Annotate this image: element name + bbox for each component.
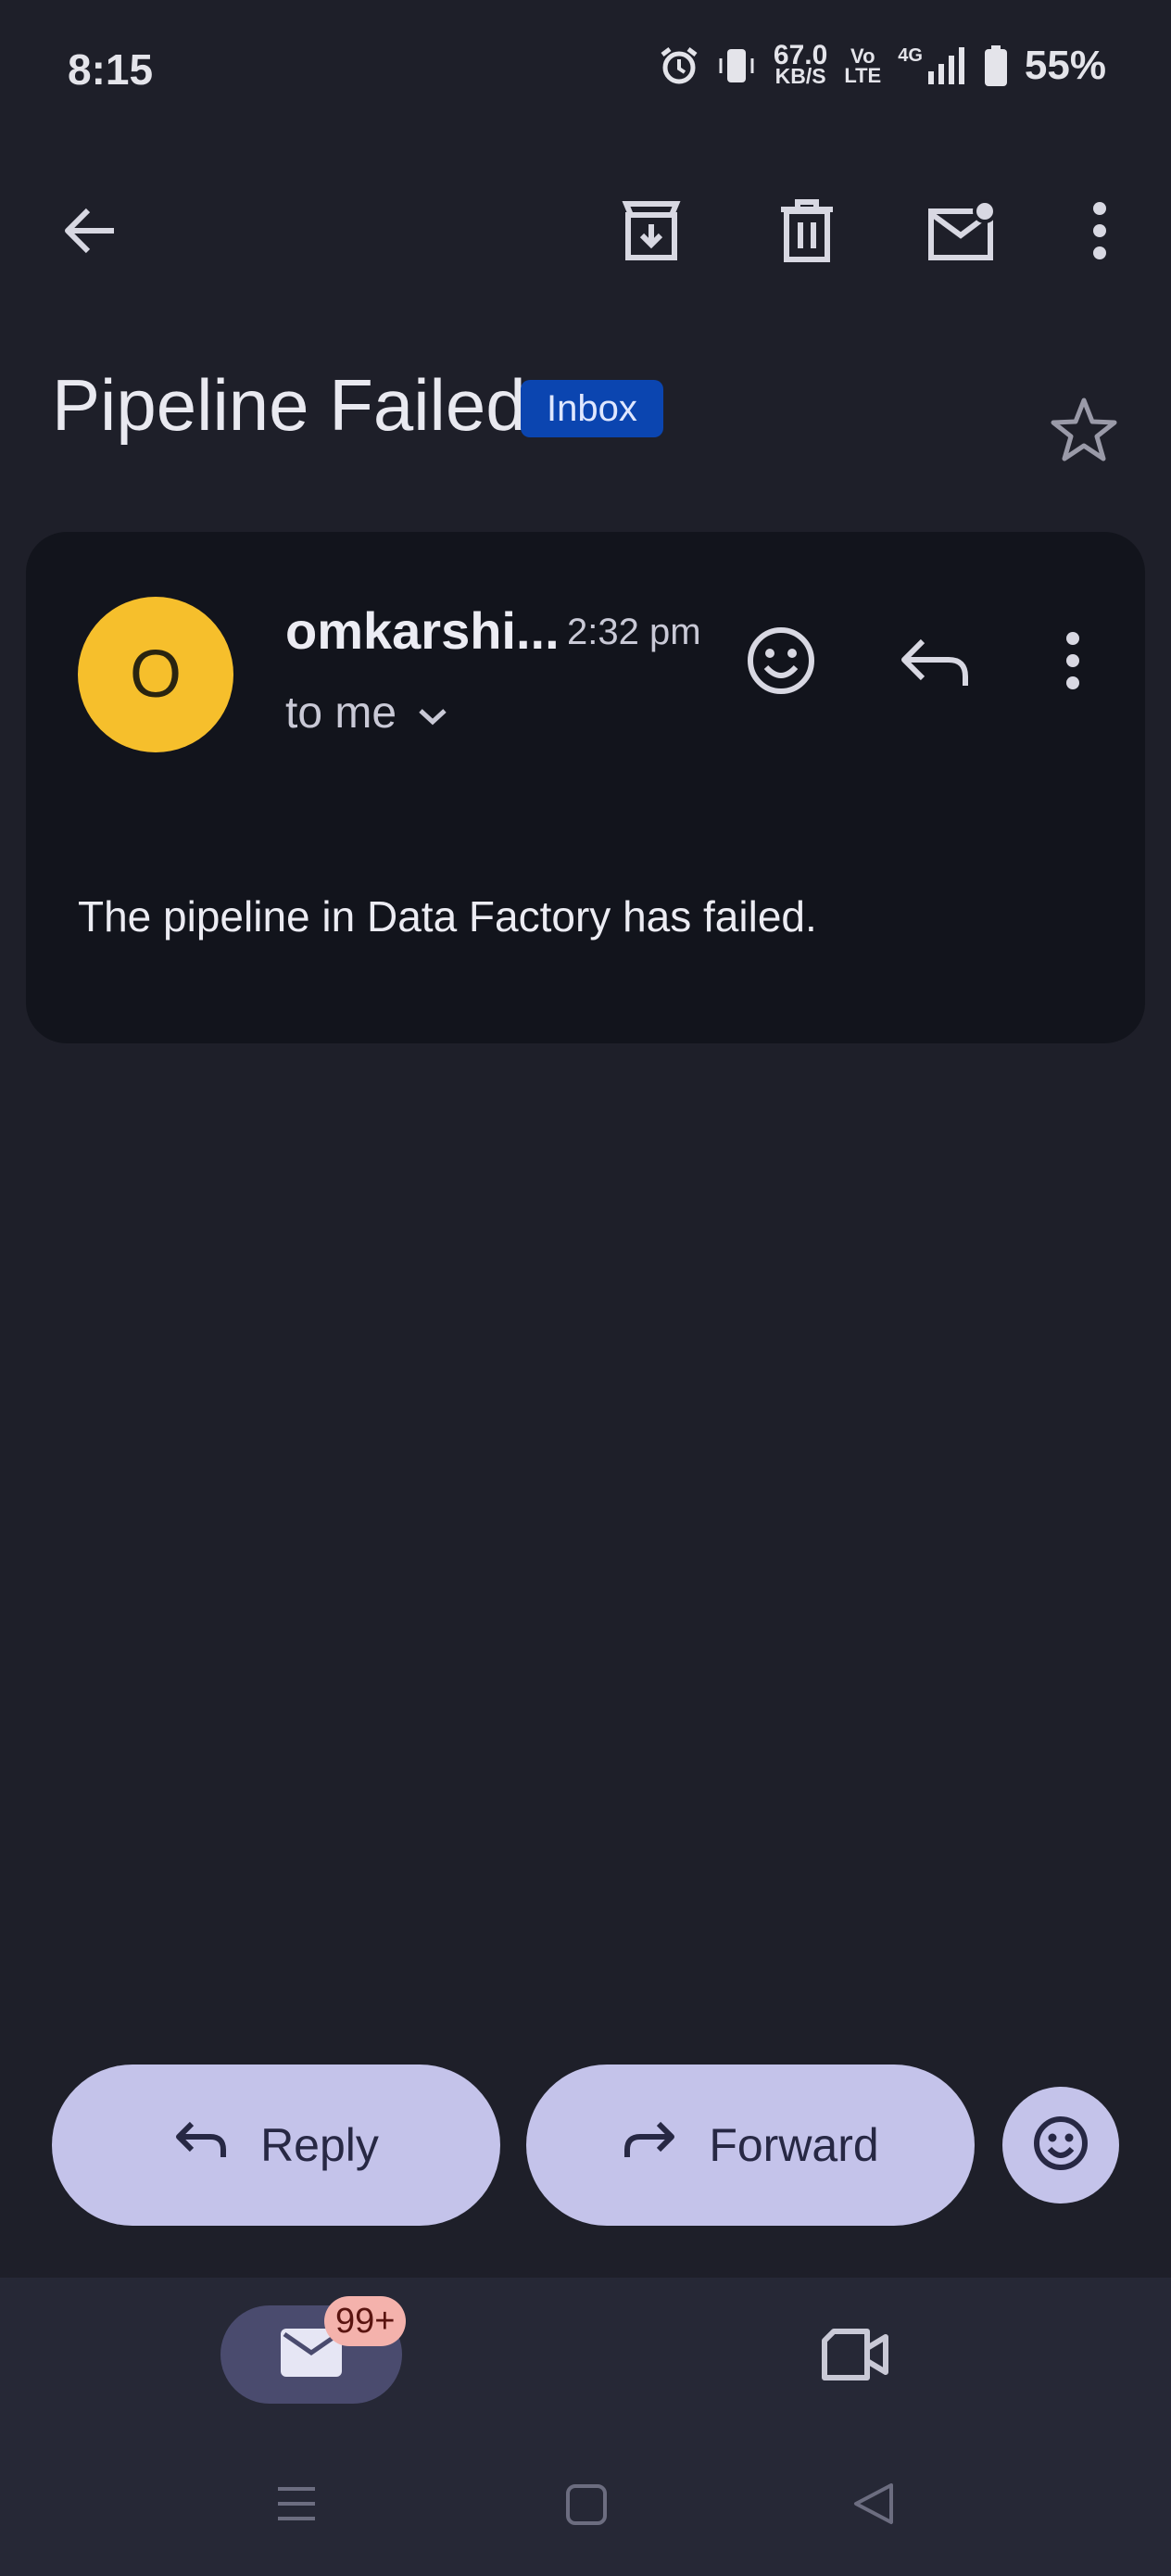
- arrow-left-icon: [60, 201, 120, 265]
- add-reaction-button[interactable]: [739, 619, 823, 707]
- recent-apps-button[interactable]: [274, 2481, 319, 2531]
- emoji-icon: [1028, 2111, 1093, 2180]
- network-speed: 67.0 KB/S: [773, 40, 828, 88]
- recipient-toggle[interactable]: to me: [285, 688, 448, 739]
- message-time: 2:32 pm: [567, 612, 701, 652]
- chevron-down-icon: [417, 688, 448, 739]
- message-more-button[interactable]: [1054, 630, 1091, 696]
- recipient-label: to me: [285, 688, 397, 738]
- status-bar: 8:15 67.0 KB/S Vo LTE 4G 55%: [0, 0, 1171, 139]
- reply-button[interactable]: Reply: [52, 2065, 500, 2226]
- forward-label: Forward: [709, 2119, 879, 2171]
- message-body: The pipeline in Data Factory has failed.: [78, 892, 817, 941]
- more-vert-icon: [1054, 632, 1091, 695]
- battery-icon: [984, 45, 1008, 86]
- sender-avatar[interactable]: O: [78, 597, 233, 752]
- system-back-button[interactable]: [852, 2481, 895, 2531]
- inbox-label-chip[interactable]: Inbox: [521, 380, 663, 437]
- email-subject: Pipeline Failed: [52, 364, 526, 446]
- volte-bottom: LTE: [844, 64, 882, 87]
- vibrate-icon: [716, 45, 757, 86]
- bottom-navigation: [0, 2278, 1171, 2576]
- delete-button[interactable]: [756, 182, 858, 284]
- volte-indicator: Vo LTE: [844, 44, 882, 87]
- trash-icon: [777, 198, 837, 268]
- network-type: 4G: [898, 45, 923, 66]
- more-vert-icon: [1090, 201, 1109, 265]
- sender-name[interactable]: omkarshi...: [285, 600, 560, 661]
- star-icon: [1047, 398, 1121, 471]
- mail-unread-icon: [927, 198, 998, 268]
- mark-unread-button[interactable]: [912, 182, 1014, 284]
- back-button[interactable]: [39, 182, 141, 284]
- status-icons: 67.0 KB/S Vo LTE 4G 55%: [659, 40, 1106, 89]
- triangle-back-icon: [852, 2483, 895, 2530]
- status-time: 8:15: [68, 45, 154, 94]
- archive-icon: [619, 198, 684, 268]
- speed-value: 67.0: [773, 40, 828, 70]
- mail-badge: 99+: [324, 2296, 407, 2346]
- signal-icon: 4G: [898, 45, 967, 86]
- reply-icon-button[interactable]: [895, 619, 978, 707]
- battery-percent: 55%: [1024, 43, 1106, 88]
- speed-unit: KB/S: [774, 64, 826, 88]
- forward-icon: [622, 2116, 677, 2174]
- archive-button[interactable]: [600, 182, 702, 284]
- volte-top: Vo: [850, 44, 875, 68]
- emoji-icon: [739, 627, 823, 706]
- forward-button[interactable]: Forward: [526, 2065, 975, 2226]
- reply-icon: [895, 638, 978, 706]
- menu-icon: [274, 2487, 319, 2530]
- meet-tab[interactable]: [819, 2322, 893, 2392]
- react-emoji-button[interactable]: [1002, 2087, 1119, 2203]
- reply-label: Reply: [260, 2119, 379, 2171]
- avatar-initial: O: [129, 638, 182, 712]
- home-button[interactable]: [565, 2483, 608, 2531]
- alarm-icon: [659, 45, 699, 86]
- more-options-button[interactable]: [1049, 182, 1151, 284]
- reply-icon: [173, 2116, 229, 2174]
- video-camera-icon: [819, 2329, 893, 2391]
- star-button[interactable]: [1047, 393, 1121, 472]
- home-square-icon: [565, 2484, 608, 2530]
